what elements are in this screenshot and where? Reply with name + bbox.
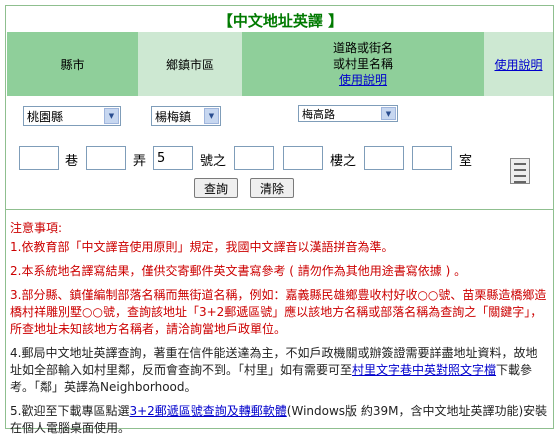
number-sub-input-1[interactable] xyxy=(234,146,274,170)
header-road: 道路或街名 或村里名稱 使用說明 xyxy=(242,32,484,96)
address-translation-panel: 【中文地址英譯 】 縣市 鄉鎮市區 道路或街名 或村里名稱 使用說明 使用說明 … xyxy=(5,5,554,435)
town-select-value: 楊梅鎮 xyxy=(155,109,192,124)
road-select[interactable]: 梅高路 ▼ xyxy=(298,105,398,122)
number-input[interactable]: 5 xyxy=(153,146,193,170)
road-help-link[interactable]: 使用說明 xyxy=(339,72,387,88)
note-5: 5.歡迎至下載專區點選3+2郵遞區號查詢及轉郵軟體(Windows版 約39M，… xyxy=(10,403,548,437)
section-divider xyxy=(6,209,553,210)
road-select-value: 梅高路 xyxy=(302,107,335,121)
note-1: 1.依教育部「中文譯音使用原則」規定，我國中文譯音以漢語拼音為準。 xyxy=(10,240,394,254)
note-4: 4.郵局中文地址英譯查詢，著重在信件能送達為主，不如戶政機關或辦簽證需要詳盡地址… xyxy=(10,345,548,396)
header-county: 縣市 xyxy=(7,32,138,96)
town-select[interactable]: 楊梅鎮 ▼ xyxy=(151,106,221,126)
notes-section: 注意事項: 1.依教育部「中文譯音使用原則」規定，我國中文譯音以漢語拼音為準。 … xyxy=(10,220,548,437)
clear-button[interactable]: 清除 xyxy=(250,178,294,198)
page-title: 【中文地址英譯 】 xyxy=(217,12,344,30)
header-road-line2: 或村里名稱 xyxy=(332,57,393,71)
county-select-value: 桃園縣 xyxy=(27,109,64,124)
note-2: 2.本系統地名譯寫結果，僅供交寄郵件英文書寫參考 ( 請勿作為其他用途書寫依據 … xyxy=(10,264,467,278)
floor-label: 樓之 xyxy=(330,154,357,169)
lane-label: 巷 xyxy=(65,154,79,169)
village-list-link[interactable]: 村里文字巷中英對照文字檔 xyxy=(352,363,496,377)
note-3: 3.部分縣、鎮僅編制部落名稱而無街道名稱，例如：嘉義縣民雄鄉豊收村好收○○號、苗… xyxy=(10,288,547,336)
help-link[interactable]: 使用說明 xyxy=(494,56,542,73)
document-icon[interactable] xyxy=(510,158,530,184)
chevron-down-icon: ▼ xyxy=(104,108,119,124)
header-road-line1: 道路或街名 xyxy=(332,41,393,55)
room-label: 室 xyxy=(459,154,473,169)
notes-heading: 注意事項: xyxy=(10,221,63,235)
lane-input[interactable] xyxy=(19,146,59,170)
query-button[interactable]: 查詢 xyxy=(194,178,238,198)
header-help: 使用說明 xyxy=(484,32,553,96)
floor-input-1[interactable] xyxy=(364,146,404,170)
floor-input-2[interactable] xyxy=(412,146,452,170)
number-label: 號之 xyxy=(200,154,227,169)
software-download-link[interactable]: 3+2郵遞區號查詢及轉郵軟體 xyxy=(129,404,286,418)
alley-label: 弄 xyxy=(133,154,147,169)
header-town-label: 鄉鎮市區 xyxy=(165,57,214,72)
chevron-down-icon: ▼ xyxy=(381,107,396,120)
header-town: 鄉鎮市區 xyxy=(138,32,242,96)
header-county-label: 縣市 xyxy=(60,57,85,72)
number-sub-input-2[interactable] xyxy=(283,146,323,170)
chevron-down-icon: ▼ xyxy=(204,108,219,124)
alley-input[interactable] xyxy=(86,146,126,170)
county-select[interactable]: 桃園縣 ▼ xyxy=(23,106,121,126)
note-5-text-a: 5.歡迎至下載專區點選 xyxy=(10,404,130,418)
